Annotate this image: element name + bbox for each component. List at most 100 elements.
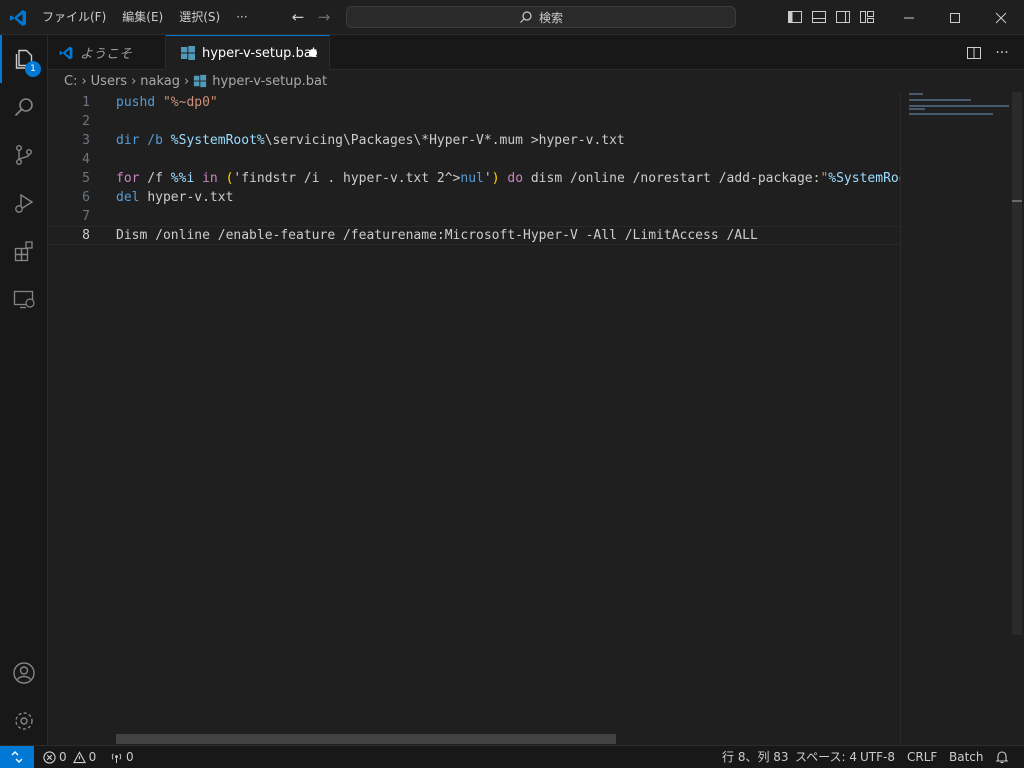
- editor-actions: ···: [966, 35, 1024, 70]
- code-line[interactable]: 2: [48, 112, 900, 131]
- vscode-logo-icon: [59, 46, 73, 59]
- code-token: in: [194, 171, 226, 186]
- more-actions-icon[interactable]: ···: [994, 45, 1010, 61]
- code-token: ): [491, 171, 500, 186]
- code-line[interactable]: 8 Dism /online /enable-feature /featurena…: [48, 226, 900, 245]
- code-token: "%~dp0": [162, 95, 218, 110]
- title-bar: ファイル(F) 編集(E) 選択(S) ··· ← → 検索: [0, 0, 1024, 35]
- status-bar: 0 0 0 行 8、列 83 スペース: 4 UTF-8 CRLF Batch: [0, 745, 1024, 768]
- activity-bar: 1: [0, 35, 48, 745]
- forward-arrow-icon[interactable]: →: [315, 8, 333, 26]
- code-token: pushd: [116, 95, 163, 110]
- horizontal-scrollbar[interactable]: [116, 734, 616, 744]
- problems-indicator[interactable]: 0 0: [43, 746, 96, 768]
- split-editor-icon[interactable]: [966, 45, 982, 61]
- tab-bar: ようこそ hyper-v-setup.bat ···: [48, 35, 1024, 70]
- command-center-search[interactable]: 検索: [346, 6, 736, 28]
- scrollbar-cursor-marker: [1012, 200, 1022, 202]
- remote-indicator[interactable]: [0, 746, 34, 768]
- toggle-primary-sidebar-icon[interactable]: [786, 8, 804, 26]
- breadcrumb-drive[interactable]: C:: [64, 74, 77, 89]
- end-of-line[interactable]: CRLF: [907, 746, 937, 768]
- close-icon[interactable]: [978, 0, 1024, 35]
- back-arrow-icon[interactable]: ←: [289, 8, 307, 26]
- activity-run-debug[interactable]: [0, 179, 48, 227]
- activity-remote-explorer[interactable]: [0, 275, 48, 323]
- customize-layout-icon[interactable]: [858, 8, 876, 26]
- breadcrumb-user[interactable]: nakag: [140, 74, 180, 89]
- code-line[interactable]: 1 pushd "%~dp0": [48, 93, 900, 112]
- activity-explorer[interactable]: 1: [0, 35, 48, 83]
- unsaved-dot-icon[interactable]: [309, 49, 317, 57]
- toggle-secondary-sidebar-icon[interactable]: [834, 8, 852, 26]
- code-line[interactable]: 6 del hyper-v.txt: [48, 188, 900, 207]
- remote-explorer-icon: [13, 290, 35, 309]
- activity-search[interactable]: [0, 83, 48, 131]
- language-mode[interactable]: Batch: [949, 746, 984, 768]
- code-token: nul: [460, 171, 484, 186]
- code-token: dir /b: [116, 133, 171, 148]
- error-count: 0: [59, 750, 67, 764]
- menu-file[interactable]: ファイル(F): [34, 0, 114, 35]
- warning-icon: [72, 750, 86, 763]
- vertical-scrollbar[interactable]: [1012, 92, 1022, 635]
- activity-source-control[interactable]: [0, 131, 48, 179]
- tab-file-label: hyper-v-setup.bat: [202, 45, 317, 61]
- error-icon: [43, 750, 56, 764]
- minimize-icon[interactable]: [886, 0, 932, 35]
- cursor-position[interactable]: 行 8、列 83: [722, 746, 789, 768]
- code-text: for /f %%i in ('findstr /i . hyper-v.txt…: [116, 169, 900, 188]
- tab-welcome[interactable]: ようこそ: [48, 35, 166, 70]
- minimap-line: [909, 113, 993, 115]
- indentation[interactable]: スペース: 4: [795, 746, 857, 768]
- warning-count: 0: [88, 750, 97, 764]
- code-token: Dism /online /enable-feature /featurenam…: [116, 228, 758, 243]
- line-number: 1: [82, 95, 90, 110]
- code-line[interactable]: 7: [48, 207, 900, 226]
- windows-batch-file-icon: [194, 74, 207, 88]
- menu-selection[interactable]: 選択(S): [171, 0, 228, 35]
- minimap[interactable]: [900, 92, 1010, 745]
- menu-edit[interactable]: 編集(E): [114, 0, 171, 35]
- maximize-icon[interactable]: [932, 0, 978, 35]
- search-icon: [14, 98, 33, 117]
- tab-welcome-label: ようこそ: [80, 47, 133, 62]
- breadcrumb-users[interactable]: Users: [91, 74, 127, 89]
- run-debug-icon: [15, 193, 34, 213]
- ports-indicator[interactable]: 0: [110, 746, 134, 768]
- activity-accounts[interactable]: [0, 649, 48, 697]
- code-token: do: [499, 171, 531, 186]
- line-number: 5: [82, 171, 90, 186]
- notifications-bell-icon[interactable]: [995, 746, 1009, 768]
- tab-hyper-v-setup[interactable]: hyper-v-setup.bat: [166, 35, 330, 70]
- extensions-icon: [14, 241, 33, 262]
- code-token: hyper-v.txt: [147, 190, 234, 205]
- search-icon: [520, 11, 532, 23]
- line-number: 4: [82, 152, 90, 167]
- line-number: 8: [82, 228, 90, 243]
- menu-bar: ファイル(F) 編集(E) 選択(S) ···: [34, 0, 256, 35]
- minimap-line: [909, 99, 971, 101]
- breadcrumb-file[interactable]: hyper-v-setup.bat: [212, 74, 327, 89]
- ports-count: 0: [126, 750, 134, 764]
- encoding[interactable]: UTF-8: [860, 746, 895, 768]
- code-token: del: [116, 190, 148, 205]
- chevron-right-icon: ›: [81, 73, 87, 89]
- menu-more[interactable]: ···: [228, 0, 255, 35]
- code-editor[interactable]: 1 pushd "%~dp0" 2 3 dir /b %SystemRoot%\serv…: [48, 92, 900, 745]
- activity-extensions[interactable]: [0, 227, 48, 275]
- minimap-line: [909, 105, 1009, 107]
- breadcrumb: C: › Users › nakag › hyper-v-setup.bat: [48, 70, 327, 92]
- code-line[interactable]: 3 dir /b %SystemRoot%\servicing\Packages\…: [48, 131, 900, 150]
- toggle-panel-icon[interactable]: [810, 8, 828, 26]
- activity-manage[interactable]: [0, 697, 48, 745]
- code-token: for: [116, 171, 140, 186]
- code-token: %SystemRoot%: [170, 133, 265, 148]
- code-text: dir /b %SystemRoot%\servicing\Packages\*…: [116, 131, 625, 150]
- code-line[interactable]: 5 for /f %%i in ('findstr /i . hyper-v.tx…: [48, 169, 900, 188]
- line-number: 2: [82, 114, 90, 129]
- code-token: dism /online /norestart /add-package:: [530, 171, 821, 186]
- code-line[interactable]: 4: [48, 150, 900, 169]
- windows-batch-file-icon: [181, 46, 195, 60]
- code-text: del hyper-v.txt: [116, 188, 233, 207]
